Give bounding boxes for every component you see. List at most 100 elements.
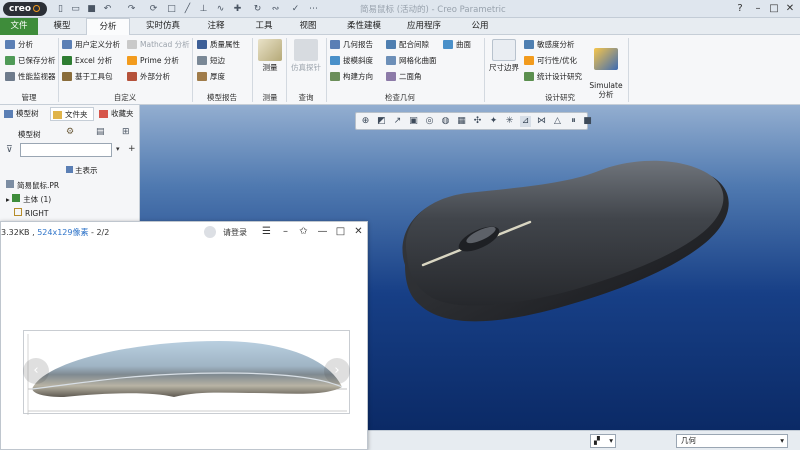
redo-icon[interactable]: ↷ [126, 4, 137, 14]
tree-item-right[interactable]: RIGHT [14, 208, 48, 220]
tab-common[interactable]: 公用 [460, 18, 500, 35]
check-icon[interactable]: ✓ [290, 4, 301, 14]
datum-display-icon[interactable]: ✣ [472, 116, 483, 127]
saved-orientation-icon[interactable]: ◍ [440, 116, 451, 127]
search-input[interactable] [20, 143, 112, 157]
columns-icon[interactable]: ⊞ [122, 127, 134, 139]
filter-dropdown-icon[interactable]: ▾ [116, 145, 120, 153]
dimension-boundary-button[interactable]: 尺寸边界 [487, 39, 521, 72]
shading-icon[interactable]: ▣ [408, 116, 419, 127]
datum-axis-icon[interactable]: ⊥ [198, 4, 209, 14]
excel-analysis-button[interactable]: Excel 分析 [62, 54, 112, 67]
draft-button[interactable]: 拔模斜度 [330, 54, 373, 67]
group-check-geometry[interactable]: 检查几何 [370, 92, 430, 104]
close-button[interactable]: ✕ [784, 3, 796, 15]
regenerate-icon[interactable]: ⟳ [148, 4, 159, 14]
spin-center-icon[interactable]: ✦ [488, 116, 499, 127]
close-viewer-button[interactable]: ✕ [352, 225, 365, 238]
external-analysis-button[interactable]: 外部分析 [127, 70, 170, 83]
image-viewer-window[interactable]: 3.32KB , 524x129像素 - 2/2 请登录 ☰ – ✩ — □ ✕… [0, 221, 368, 450]
surface-button[interactable]: 曲面 [443, 38, 471, 51]
line-icon[interactable]: ╱ [182, 4, 193, 14]
section-icon[interactable]: △ [552, 116, 563, 127]
pan-icon[interactable]: ↗ [392, 116, 403, 127]
undo-icon[interactable]: ↶ [102, 4, 113, 14]
dihedral-angle-button[interactable]: 二面角 [386, 70, 422, 83]
user-defined-analysis-button[interactable]: 用户定义分析 [62, 38, 120, 51]
tab-model[interactable]: 模型 [42, 18, 82, 35]
toolkit-analysis-button[interactable]: 基于工具包 [62, 70, 113, 83]
prev-image-button[interactable]: ‹ [23, 358, 49, 384]
add-filter-icon[interactable]: + [128, 144, 136, 154]
repaint-icon[interactable]: ◩ [376, 116, 387, 127]
simulation-probe-button[interactable]: 仿真探针 [289, 39, 323, 72]
sensitivity-analysis-button[interactable]: 敏感度分析 [524, 38, 575, 51]
minimize-button[interactable]: — [316, 225, 329, 238]
mathcad-analysis-button[interactable]: Mathcad 分析 [127, 38, 190, 51]
tab-analysis[interactable]: 分析 [86, 18, 130, 36]
maximize-button[interactable]: □ [768, 3, 780, 15]
display-style-icon[interactable]: ⊿ [520, 116, 531, 127]
tab-live-simulation[interactable]: 实时仿真 [136, 18, 190, 35]
performance-monitor-button[interactable]: 性能监视器 [5, 70, 56, 83]
sketch-icon[interactable]: ∿ [215, 4, 226, 14]
annotation-display-icon[interactable]: ✳ [504, 116, 515, 127]
saved-analysis-button[interactable]: 已保存分析 [5, 54, 56, 67]
pause-icon[interactable]: ⏸ [568, 116, 579, 127]
minimize-window-icon[interactable]: – [279, 225, 292, 238]
avatar[interactable] [204, 226, 216, 238]
build-direction-button[interactable]: 构建方向 [330, 70, 373, 83]
pin-icon[interactable]: ✩ [297, 225, 310, 238]
new-file-icon[interactable]: ▯ [55, 4, 66, 14]
tab-tools[interactable]: 工具 [244, 18, 284, 35]
tab-model-tree[interactable]: 模型树 [2, 107, 46, 121]
zoom-icon[interactable]: ⊕ [360, 116, 371, 127]
more-icon[interactable]: ⋯ [308, 4, 319, 14]
view-manager-icon[interactable]: ▦ [456, 116, 467, 127]
perspective-icon[interactable]: ⋈ [536, 116, 547, 127]
open-folder-icon[interactable]: ▭ [70, 4, 81, 14]
measure-button[interactable]: 测量 [256, 39, 284, 72]
tab-favorites[interactable]: 收藏夹 [97, 107, 139, 121]
menu-icon[interactable]: ☰ [260, 225, 273, 238]
mass-properties-button[interactable]: 质量属性 [197, 38, 240, 51]
curve-icon[interactable]: ↻ [252, 4, 263, 14]
tree-item-part[interactable]: 简易鼠标.PR [6, 180, 59, 192]
short-edge-button[interactable]: 短边 [197, 54, 225, 67]
simulate-analysis-button[interactable]: Simulate 分析 [588, 39, 624, 99]
next-image-button[interactable]: › [324, 358, 350, 384]
tab-applications[interactable]: 应用程序 [396, 18, 452, 35]
tree-item-bodies[interactable]: ▸ 主体 (1) [6, 194, 51, 206]
group-design-study[interactable]: 设计研究 [530, 92, 590, 104]
tab-annotate[interactable]: 注释 [196, 18, 236, 35]
stop-icon[interactable]: ■ [582, 116, 593, 127]
show-icon[interactable]: ▤ [96, 127, 108, 139]
geometry-report-button[interactable]: 几何报告 [330, 38, 373, 51]
named-views-icon[interactable]: ◎ [424, 116, 435, 127]
save-icon[interactable]: ■ [86, 4, 97, 14]
selection-filter-dropdown[interactable]: 几何 ▾ [676, 434, 788, 448]
analysis-button[interactable]: 分析 [5, 38, 33, 51]
wave-icon[interactable]: ∾ [270, 4, 281, 14]
maximize-button[interactable]: □ [334, 225, 347, 238]
window-icon[interactable]: □ [166, 4, 177, 14]
tab-flexible-modeling[interactable]: 柔性建模 [336, 18, 392, 35]
minimize-button[interactable]: – [752, 3, 764, 15]
help-icon[interactable]: ? [734, 3, 746, 15]
statistical-design-button[interactable]: 统计设计研究 [524, 70, 582, 83]
tab-file[interactable]: 文件 [0, 18, 38, 35]
main-display-label[interactable]: 主表示 [66, 165, 98, 176]
clearance-button[interactable]: 配合间隙 [386, 38, 429, 51]
tab-folder[interactable]: 文件夹 [50, 107, 94, 121]
settings-icon[interactable]: ⚙ [66, 127, 80, 139]
group-model-report[interactable]: 模型报告 [197, 92, 247, 104]
mesh-surface-button[interactable]: 网格化曲面 [386, 54, 437, 67]
feasibility-optimization-button[interactable]: 可行性/优化 [524, 54, 577, 67]
group-manage[interactable]: 管理 [5, 92, 53, 104]
image-dimensions-link[interactable]: 524x129像素 [37, 228, 88, 237]
point-icon[interactable]: ✚ [232, 4, 243, 14]
tab-view[interactable]: 视图 [288, 18, 328, 35]
thickness-button[interactable]: 厚度 [197, 70, 225, 83]
prime-analysis-button[interactable]: Prime 分析 [127, 54, 179, 67]
login-link[interactable]: 请登录 [223, 227, 247, 238]
